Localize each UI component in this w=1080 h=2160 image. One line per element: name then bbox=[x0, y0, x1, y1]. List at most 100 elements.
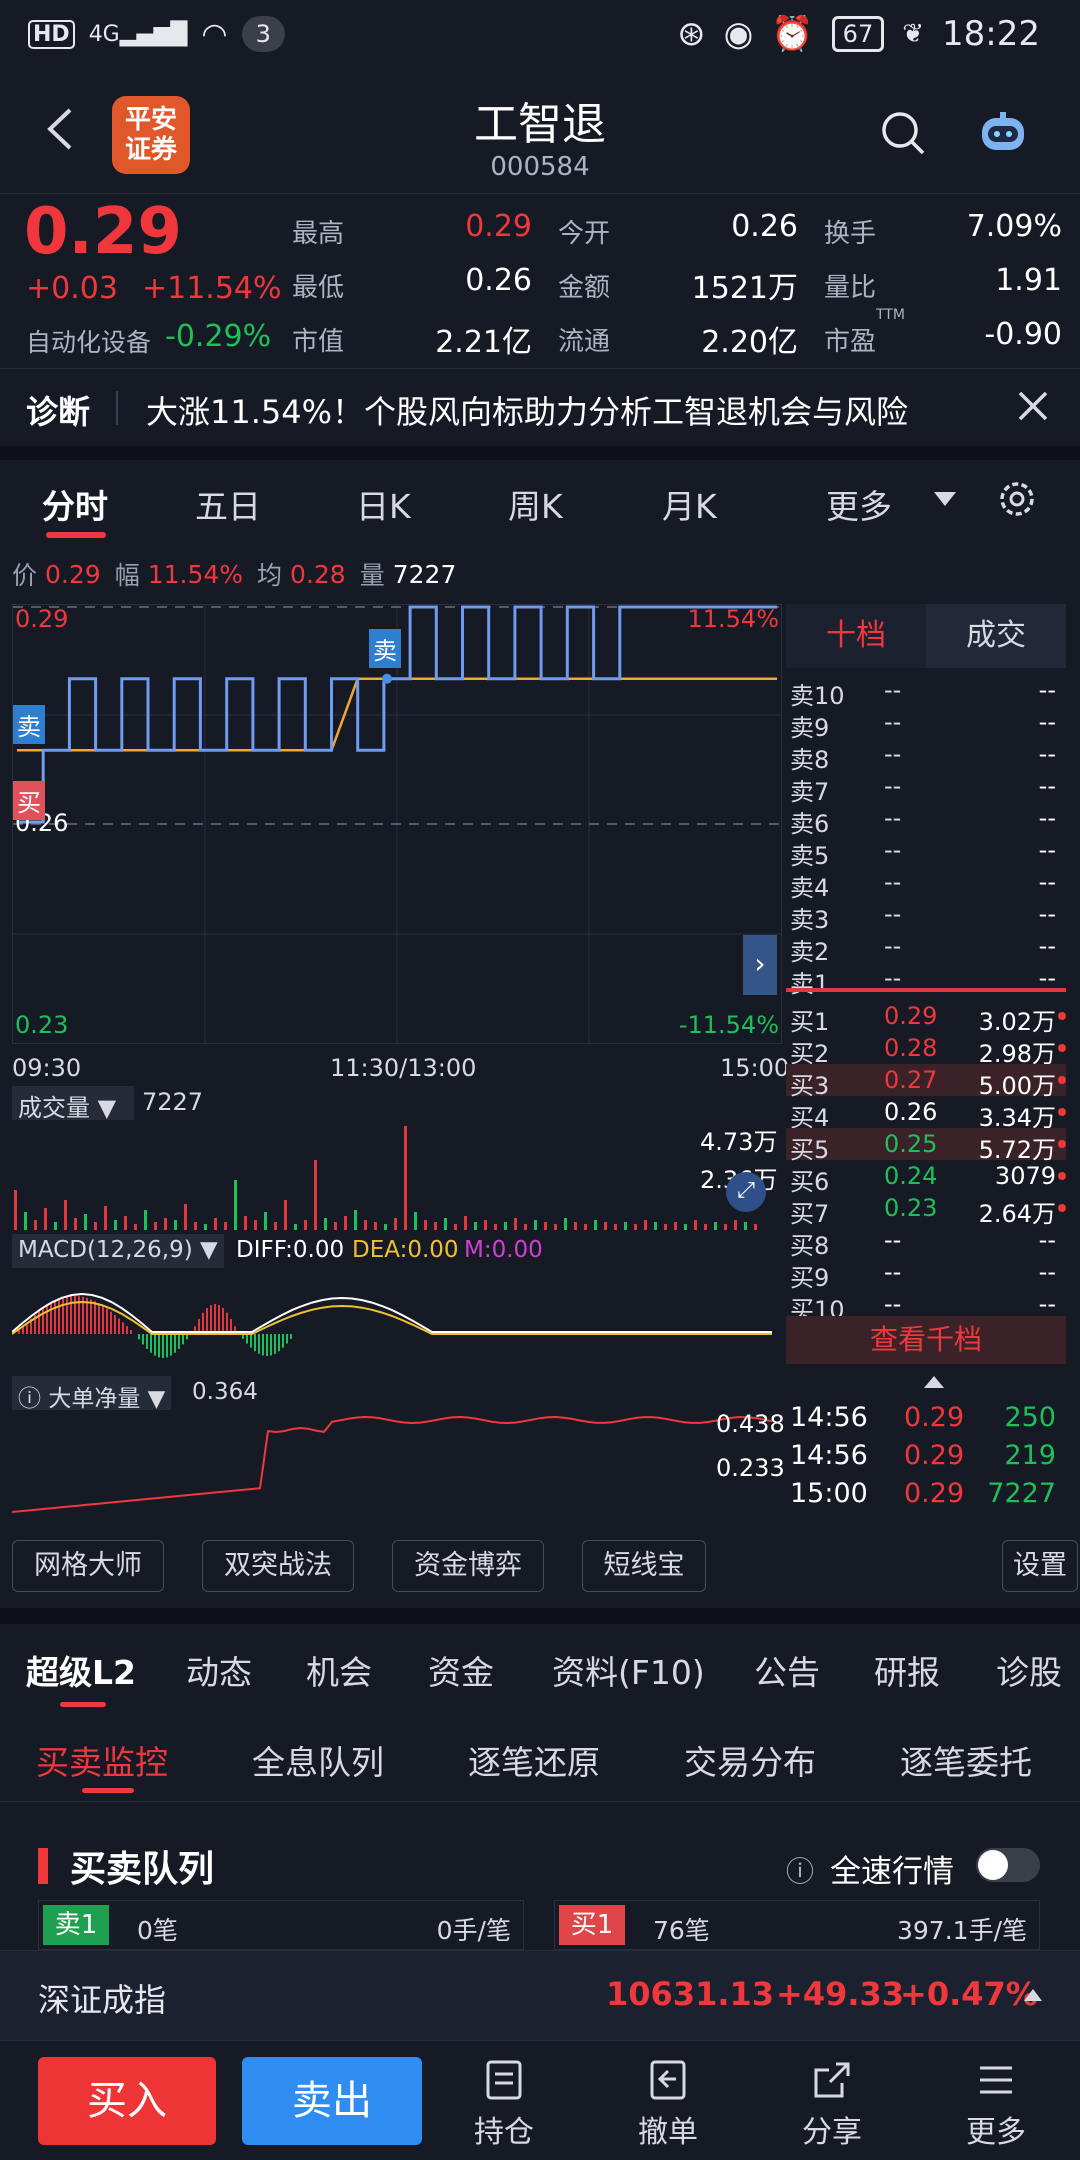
bottom-trade-bar: 买入 卖出 持仓 撤单 分享 更多 bbox=[0, 2040, 1080, 2160]
macd-bar bbox=[210, 1305, 212, 1334]
diagnosis-text[interactable]: 大涨11.54%！个股风向标助力分析工智退机会与风险 bbox=[146, 387, 908, 433]
buy-button[interactable]: 买入 bbox=[38, 2057, 216, 2145]
gear-icon[interactable] bbox=[996, 478, 1038, 520]
sell-level-row[interactable]: 卖2 -- -- bbox=[786, 930, 1066, 966]
sell-level-row[interactable]: 卖6 -- -- bbox=[786, 802, 1066, 838]
tab-monthly-k[interactable]: 月K bbox=[662, 480, 717, 528]
tab-diagnose[interactable]: 诊股 bbox=[996, 1646, 1062, 1694]
search-icon[interactable] bbox=[880, 110, 926, 156]
nav-positions[interactable]: 持仓 bbox=[454, 2059, 554, 2151]
big-order-top: 0.438 bbox=[716, 1410, 785, 1438]
tab-ten-levels[interactable]: 十档 bbox=[786, 604, 926, 668]
info-icon[interactable]: ⓘ bbox=[786, 1850, 814, 1890]
buy-level-row[interactable]: 买2 0.28 2.98万 bbox=[786, 1032, 1066, 1068]
buy-level-row[interactable]: 买9 -- -- bbox=[786, 1256, 1066, 1292]
collapse-up-icon[interactable] bbox=[924, 1374, 944, 1388]
big-order-chart bbox=[12, 1415, 773, 1513]
sell-marker-left[interactable]: 卖 bbox=[13, 705, 45, 744]
tab-opportunity[interactable]: 机会 bbox=[306, 1646, 372, 1694]
section-gap bbox=[0, 446, 1080, 460]
buy-level-row[interactable]: 买3 0.27 5.00万 bbox=[786, 1064, 1066, 1100]
sell-level-row[interactable]: 卖10 -- -- bbox=[786, 674, 1066, 710]
nav-more[interactable]: 更多 bbox=[946, 2059, 1046, 2151]
volume-indicator-select[interactable]: 成交量 ▼ bbox=[12, 1086, 134, 1122]
tab-research[interactable]: 研报 bbox=[874, 1646, 940, 1694]
volume-bar bbox=[694, 1220, 697, 1230]
axis-low-price: 0.23 bbox=[15, 1011, 69, 1039]
industry-name[interactable]: 自动化设备 bbox=[26, 323, 151, 359]
fast-quote-toggle[interactable] bbox=[976, 1848, 1040, 1882]
subtab-trade-distribution[interactable]: 交易分布 bbox=[684, 1736, 816, 1784]
macd-bar bbox=[274, 1334, 276, 1354]
subtab-tick-orders[interactable]: 逐笔委托 bbox=[900, 1736, 1032, 1784]
period-tabs: 分时 五日 日K 周K 月K 更多 bbox=[0, 462, 1080, 542]
buy-level-row[interactable]: 买1 0.29 3.02万 bbox=[786, 1000, 1066, 1036]
chart-settings-button[interactable]: 设置 bbox=[1002, 1540, 1078, 1592]
sell-level-row[interactable]: 卖9 -- -- bbox=[786, 706, 1066, 742]
tool-double-break[interactable]: 双突战法 bbox=[202, 1540, 354, 1592]
subtab-trade-monitor[interactable]: 买卖监控 bbox=[36, 1736, 168, 1784]
tab-f10[interactable]: 资料(F10) bbox=[552, 1646, 705, 1694]
index-pct: +0.47% bbox=[900, 1975, 1038, 2013]
level-indicator-dot bbox=[1058, 1140, 1066, 1148]
tool-short-line[interactable]: 短线宝 bbox=[582, 1540, 706, 1592]
intraday-chart[interactable]: 0.29 11.54% 0.26 0.23 -11.54% 卖 买 卖 › bbox=[12, 604, 782, 1044]
tab-trades[interactable]: 成交 bbox=[926, 604, 1066, 668]
tab-five-day[interactable]: 五日 bbox=[195, 480, 261, 528]
buy-level-row[interactable]: 买6 0.24 3079 bbox=[786, 1160, 1066, 1196]
level-price: -- bbox=[884, 708, 902, 736]
diagnosis-banner[interactable]: 诊断 大涨11.54%！个股风向标助力分析工智退机会与风险 bbox=[0, 368, 1080, 444]
sell-level-row[interactable]: 卖3 -- -- bbox=[786, 898, 1066, 934]
big-order-indicator-select[interactable]: ⓘ 大单净量 ▼ bbox=[12, 1376, 172, 1412]
fullscreen-icon[interactable]: ⤢ bbox=[726, 1172, 766, 1212]
sell-level-row[interactable]: 卖8 -- -- bbox=[786, 738, 1066, 774]
level-volume: -- bbox=[1038, 1290, 1056, 1318]
buy-level-row[interactable]: 买4 0.26 3.34万 bbox=[786, 1096, 1066, 1132]
subtab-tick-restore[interactable]: 逐笔还原 bbox=[468, 1736, 600, 1784]
macd-indicator-select[interactable]: MACD(12,26,9) ▼ bbox=[12, 1234, 224, 1268]
tab-intraday[interactable]: 分时 bbox=[42, 480, 108, 528]
tab-more[interactable]: 更多 bbox=[826, 480, 892, 528]
robot-assistant-icon[interactable] bbox=[978, 110, 1028, 154]
index-ticker-bar[interactable]: 深证成指 10631.13 +49.33 +0.47% bbox=[0, 1950, 1080, 2040]
close-icon[interactable] bbox=[1016, 389, 1050, 423]
volume-bar bbox=[244, 1216, 247, 1230]
stat-label-volratio: 量比 bbox=[824, 273, 877, 303]
tab-announcement[interactable]: 公告 bbox=[754, 1646, 820, 1694]
tab-capital[interactable]: 资金 bbox=[428, 1646, 494, 1694]
expand-arrow-button[interactable]: › bbox=[743, 935, 777, 995]
buy-level-row[interactable]: 买5 0.25 5.72万 bbox=[786, 1128, 1066, 1164]
buy-level-row[interactable]: 买8 -- -- bbox=[786, 1224, 1066, 1260]
nav-share[interactable]: 分享 bbox=[782, 2059, 882, 2151]
sell-marker-chart[interactable]: 卖 bbox=[369, 629, 401, 668]
buy-marker-left[interactable]: 买 bbox=[13, 781, 45, 820]
nav-cancel-order[interactable]: 撤单 bbox=[618, 2059, 718, 2151]
axis-top-price: 0.29 bbox=[15, 605, 69, 633]
subtab-full-queue[interactable]: 全息队列 bbox=[252, 1736, 384, 1784]
tool-grid-master[interactable]: 网格大师 bbox=[12, 1540, 164, 1592]
expand-up-icon[interactable] bbox=[1024, 1987, 1042, 2001]
buy-queue-row[interactable]: 买1 76笔 397.1手/笔 bbox=[554, 1900, 1040, 1950]
sell-level-row[interactable]: 卖5 -- -- bbox=[786, 834, 1066, 870]
macd-bar bbox=[270, 1334, 272, 1356]
tab-news[interactable]: 动态 bbox=[186, 1646, 252, 1694]
stat-value-high: 0.29 bbox=[465, 209, 532, 244]
level-indicator-dot bbox=[1058, 1012, 1066, 1020]
macd-bar bbox=[206, 1308, 208, 1334]
tab-super-l2[interactable]: 超级L2 bbox=[26, 1646, 136, 1694]
sell-button[interactable]: 卖出 bbox=[242, 2057, 422, 2145]
dropdown-triangle-icon[interactable] bbox=[934, 492, 956, 508]
macd-bar bbox=[94, 1301, 96, 1334]
tab-weekly-k[interactable]: 周K bbox=[508, 480, 563, 528]
tool-capital-game[interactable]: 资金博弈 bbox=[392, 1540, 544, 1592]
volume-bar bbox=[294, 1224, 297, 1230]
index-value: 10631.13 bbox=[606, 1975, 775, 2013]
sell-queue-row[interactable]: 卖1 0笔 0手/笔 bbox=[38, 1900, 524, 1950]
sell-level-row[interactable]: 卖4 -- -- bbox=[786, 866, 1066, 902]
buy-level-row[interactable]: 买7 0.23 2.64万 bbox=[786, 1192, 1066, 1228]
view-thousand-levels-button[interactable]: 查看千档 bbox=[786, 1316, 1066, 1364]
price-change: +0.03 bbox=[26, 271, 118, 306]
buy-queue-tag: 买1 bbox=[559, 1905, 625, 1945]
tab-daily-k[interactable]: 日K bbox=[356, 480, 411, 528]
sell-level-row[interactable]: 卖7 -- -- bbox=[786, 770, 1066, 806]
